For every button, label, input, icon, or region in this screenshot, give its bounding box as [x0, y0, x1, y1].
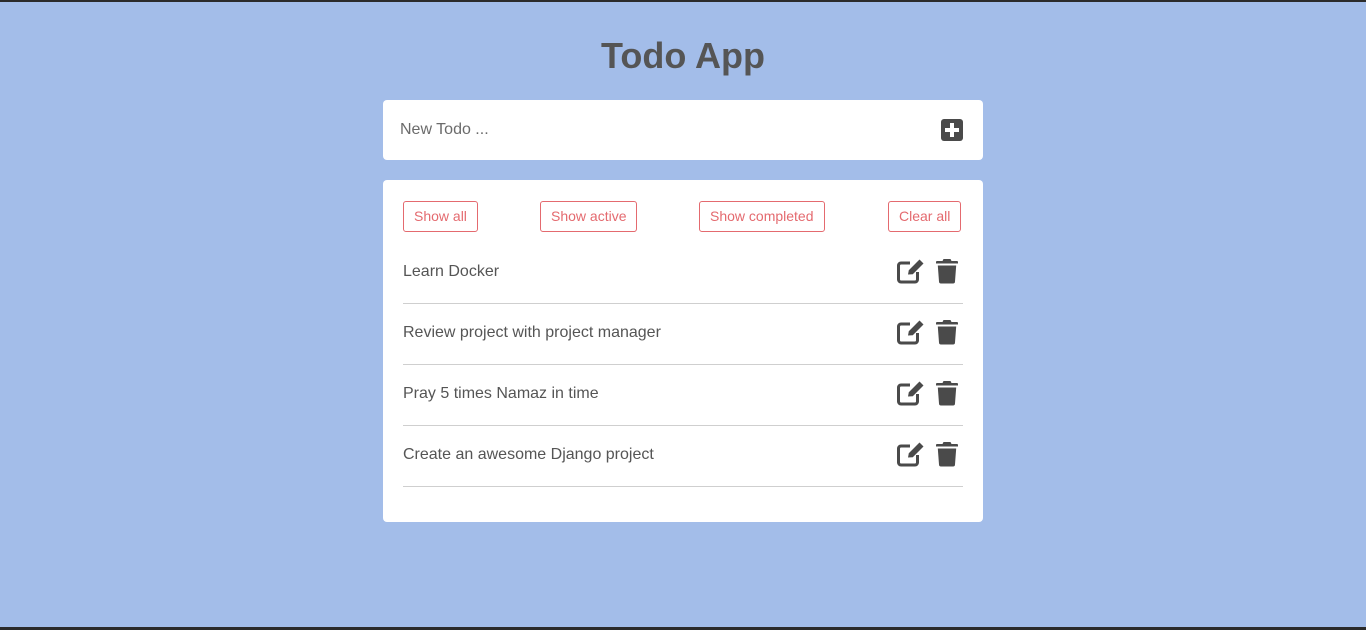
edit-icon — [897, 381, 924, 406]
todo-item: Review project with project manager — [403, 304, 963, 365]
trash-icon — [936, 381, 958, 406]
todo-text: Review project with project manager — [403, 324, 661, 341]
show-active-button[interactable]: Show active — [540, 201, 638, 232]
delete-todo-button[interactable] — [935, 258, 959, 284]
edit-todo-button[interactable] — [896, 441, 926, 467]
edit-icon — [897, 320, 924, 345]
show-all-button[interactable]: Show all — [403, 201, 478, 232]
todo-item: Pray 5 times Namaz in time — [403, 365, 963, 426]
delete-todo-button[interactable] — [935, 380, 959, 406]
page-title: Todo App — [601, 35, 765, 76]
edit-todo-button[interactable] — [896, 258, 926, 284]
show-completed-button[interactable]: Show completed — [699, 201, 825, 232]
todo-item: Create an awesome Django project — [403, 426, 963, 487]
todo-list-card: Show all Show active Show completed Clea… — [383, 180, 983, 522]
todo-text: Pray 5 times Namaz in time — [403, 385, 599, 402]
plus-square-icon — [941, 119, 963, 141]
edit-icon — [897, 259, 924, 284]
todo-text: Learn Docker — [403, 263, 500, 280]
trash-icon — [936, 259, 958, 284]
trash-icon — [936, 320, 958, 345]
new-todo-input[interactable] — [400, 115, 920, 145]
clear-all-button[interactable]: Clear all — [888, 201, 962, 232]
edit-todo-button[interactable] — [896, 319, 926, 345]
edit-icon — [897, 442, 924, 467]
add-todo-button[interactable] — [940, 118, 964, 142]
delete-todo-button[interactable] — [935, 441, 959, 467]
todo-list: Learn Docker Review project with project… — [403, 243, 963, 487]
trash-icon — [936, 442, 958, 467]
new-todo-form — [383, 100, 983, 160]
delete-todo-button[interactable] — [935, 319, 959, 345]
todo-text: Create an awesome Django project — [403, 446, 654, 463]
edit-todo-button[interactable] — [896, 380, 926, 406]
todo-item: Learn Docker — [403, 243, 963, 304]
